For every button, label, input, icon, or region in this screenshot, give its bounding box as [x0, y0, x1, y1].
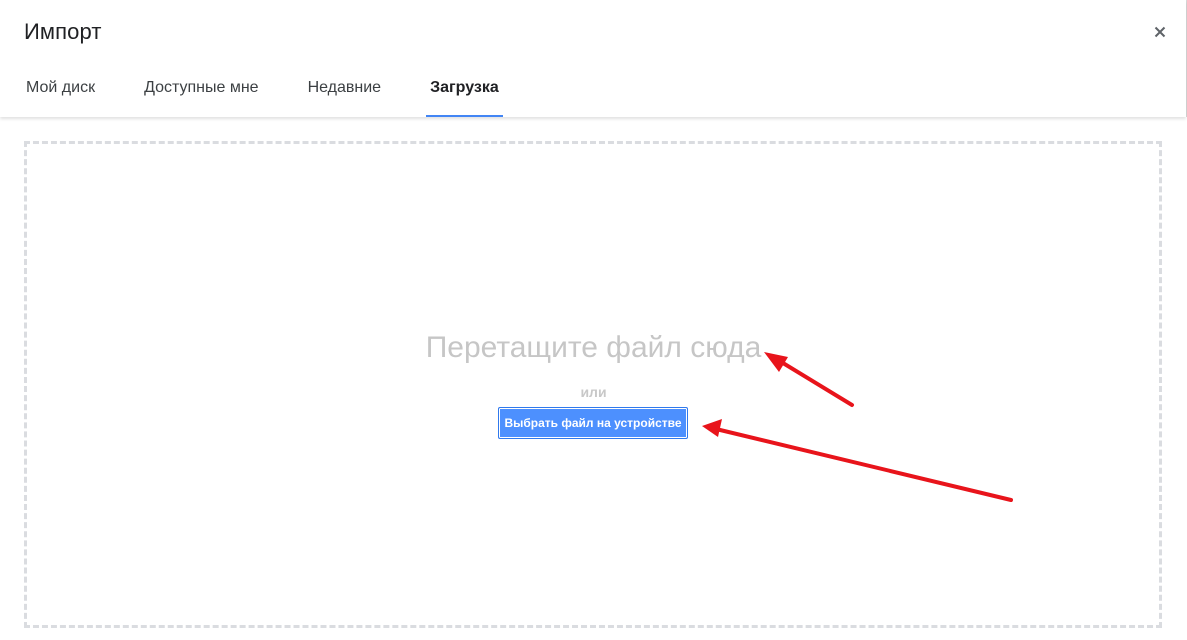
tab-recent[interactable]: Недавние [308, 62, 382, 117]
tab-my-drive[interactable]: Мой диск [26, 62, 95, 117]
dialog-title: Импорт [24, 19, 102, 44]
close-icon [1154, 26, 1166, 38]
dialog-header: Импорт Мой диск Доступные мне Недавние З… [0, 0, 1186, 117]
tab-upload[interactable]: Загрузка [426, 62, 503, 117]
tab-shared-with-me[interactable]: Доступные мне [144, 62, 259, 117]
select-file-button[interactable]: Выбрать файл на устройстве [498, 407, 688, 439]
upload-panel: Перетащите файл сюда или Выбрать файл на… [0, 117, 1187, 640]
import-dialog: Импорт Мой диск Доступные мне Недавние З… [0, 0, 1187, 640]
close-button[interactable] [1148, 20, 1172, 44]
or-separator-text: или [580, 384, 607, 400]
drop-hint-text: Перетащите файл сюда [425, 331, 762, 364]
tab-bar: Мой диск Доступные мне Недавние Загрузка [0, 62, 503, 117]
